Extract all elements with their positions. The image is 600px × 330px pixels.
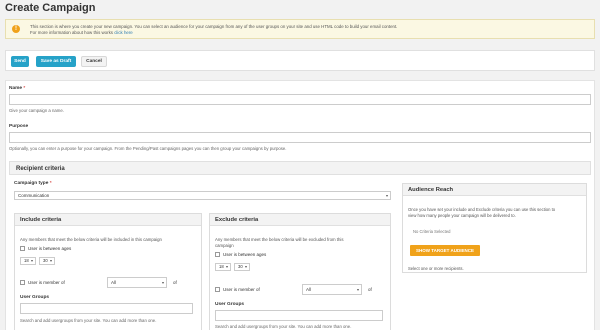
name-label: Name * xyxy=(9,86,25,91)
include-age-to-select[interactable]: 30 ▾ xyxy=(39,257,55,265)
click-here-link[interactable]: click here xyxy=(114,30,133,35)
exclude-groups-help: Search and add usergroups from your site… xyxy=(215,324,352,329)
campaign-type-select[interactable]: Communication ▾ xyxy=(14,191,391,200)
purpose-label: Purpose xyxy=(9,124,29,129)
name-help: Give your campaign a name. xyxy=(9,108,64,113)
exclude-groups-label: User Groups xyxy=(215,302,245,307)
exclude-member-value: All xyxy=(306,287,312,292)
info-notice: ! This section is where you create your … xyxy=(5,19,595,39)
chevron-down-icon: ▾ xyxy=(161,280,164,285)
campaign-type-label: Campaign type * xyxy=(14,181,52,186)
notice-more-info: For more information about how this work… xyxy=(30,30,133,35)
include-criteria-title: Include criteria xyxy=(20,217,62,223)
send-button[interactable]: Send xyxy=(11,56,29,67)
exclude-criteria-title: Exclude criteria xyxy=(215,217,259,223)
exclude-member-checkbox[interactable] xyxy=(215,287,220,292)
exclude-criteria-panel: Exclude criteria Any members that meet t… xyxy=(209,213,391,330)
save-draft-button[interactable]: Save as Draft xyxy=(36,56,76,67)
audience-reach-header: Audience Reach xyxy=(403,184,586,196)
include-criteria-panel: Include criteria Any members that meet t… xyxy=(14,213,202,330)
notice-text: This section is where you create your ne… xyxy=(30,24,398,29)
exclude-groups-input[interactable] xyxy=(215,310,383,321)
exclude-of-label: of xyxy=(368,287,372,292)
audience-reach-panel: Audience Reach Once you have set your in… xyxy=(402,183,587,273)
name-input[interactable] xyxy=(9,94,591,105)
include-ages-checkbox[interactable] xyxy=(20,246,25,251)
chevron-down-icon: ▾ xyxy=(244,264,247,269)
exclude-age-from-select[interactable]: 18 ▾ xyxy=(215,263,231,271)
exclude-ages-checkbox[interactable] xyxy=(215,252,220,257)
purpose-input[interactable] xyxy=(9,132,591,143)
purpose-help: Optionally, you can enter a purpose for … xyxy=(9,146,287,151)
exclude-description-line2: campaign xyxy=(215,243,234,248)
no-criteria-text: No Criteria Selected xyxy=(413,229,451,234)
campaign-form: Name * Give your campaign a name. Purpos… xyxy=(5,80,595,330)
include-age-to-value: 30 xyxy=(43,258,48,263)
warning-icon: ! xyxy=(12,25,20,33)
exclude-member-select[interactable]: All ▾ xyxy=(302,284,362,295)
include-groups-label: User Groups xyxy=(20,295,50,300)
exclude-age-to-select[interactable]: 30 ▾ xyxy=(234,263,250,271)
required-marker: * xyxy=(49,181,52,186)
audience-footer-text: Select one or more recipients. xyxy=(408,266,464,271)
include-member-value: All xyxy=(111,280,117,285)
include-member-checkbox[interactable] xyxy=(20,280,25,285)
include-member-label: User is member of xyxy=(28,280,65,285)
audience-reach-title: Audience Reach xyxy=(408,187,454,193)
action-bar: Send Save as Draft Cancel xyxy=(5,50,595,71)
include-description: Any members that meet the below criteria… xyxy=(20,237,162,242)
audience-description-line1: Once you have set your include and Exclu… xyxy=(408,207,556,212)
chevron-down-icon: ▾ xyxy=(356,287,359,292)
include-of-label: of xyxy=(173,280,177,285)
exclude-description-line1: Any members that meet the below criteria… xyxy=(215,237,344,242)
exclude-ages-label: User is between ages xyxy=(223,252,267,257)
include-criteria-header: Include criteria xyxy=(15,214,201,226)
campaign-type-label-text: Campaign type xyxy=(14,181,49,186)
include-age-from-value: 18 xyxy=(24,258,29,263)
chevron-down-icon: ▾ xyxy=(30,258,33,263)
include-age-from-select[interactable]: 18 ▾ xyxy=(20,257,36,265)
include-groups-input[interactable] xyxy=(20,303,193,314)
chevron-down-icon: ▾ xyxy=(385,193,388,198)
include-groups-help: Search and add usergroups from your site… xyxy=(20,318,157,323)
chevron-down-icon: ▾ xyxy=(49,258,52,263)
include-ages-label: User is between ages xyxy=(28,246,72,251)
exclude-criteria-header: Exclude criteria xyxy=(210,214,390,226)
include-member-select[interactable]: All ▾ xyxy=(107,277,167,288)
exclude-age-to-value: 30 xyxy=(238,264,243,269)
campaign-type-value: Communication xyxy=(18,193,50,198)
recipient-criteria-title: Recipient criteria xyxy=(16,166,65,172)
notice-more-info-text: For more information about how this work… xyxy=(30,30,115,35)
chevron-down-icon: ▾ xyxy=(225,264,228,269)
audience-description-line2: view how many people your campaign will … xyxy=(408,213,516,218)
show-target-audience-button[interactable]: SHOW TARGET AUDIENCE xyxy=(410,245,480,256)
cancel-button[interactable]: Cancel xyxy=(81,56,107,67)
page-title: Create Campaign xyxy=(5,2,96,14)
name-label-text: Name xyxy=(9,86,23,91)
exclude-member-label: User is member of xyxy=(223,287,260,292)
recipient-criteria-header: Recipient criteria xyxy=(9,161,591,175)
required-marker: * xyxy=(23,86,26,91)
exclude-age-from-value: 18 xyxy=(219,264,224,269)
